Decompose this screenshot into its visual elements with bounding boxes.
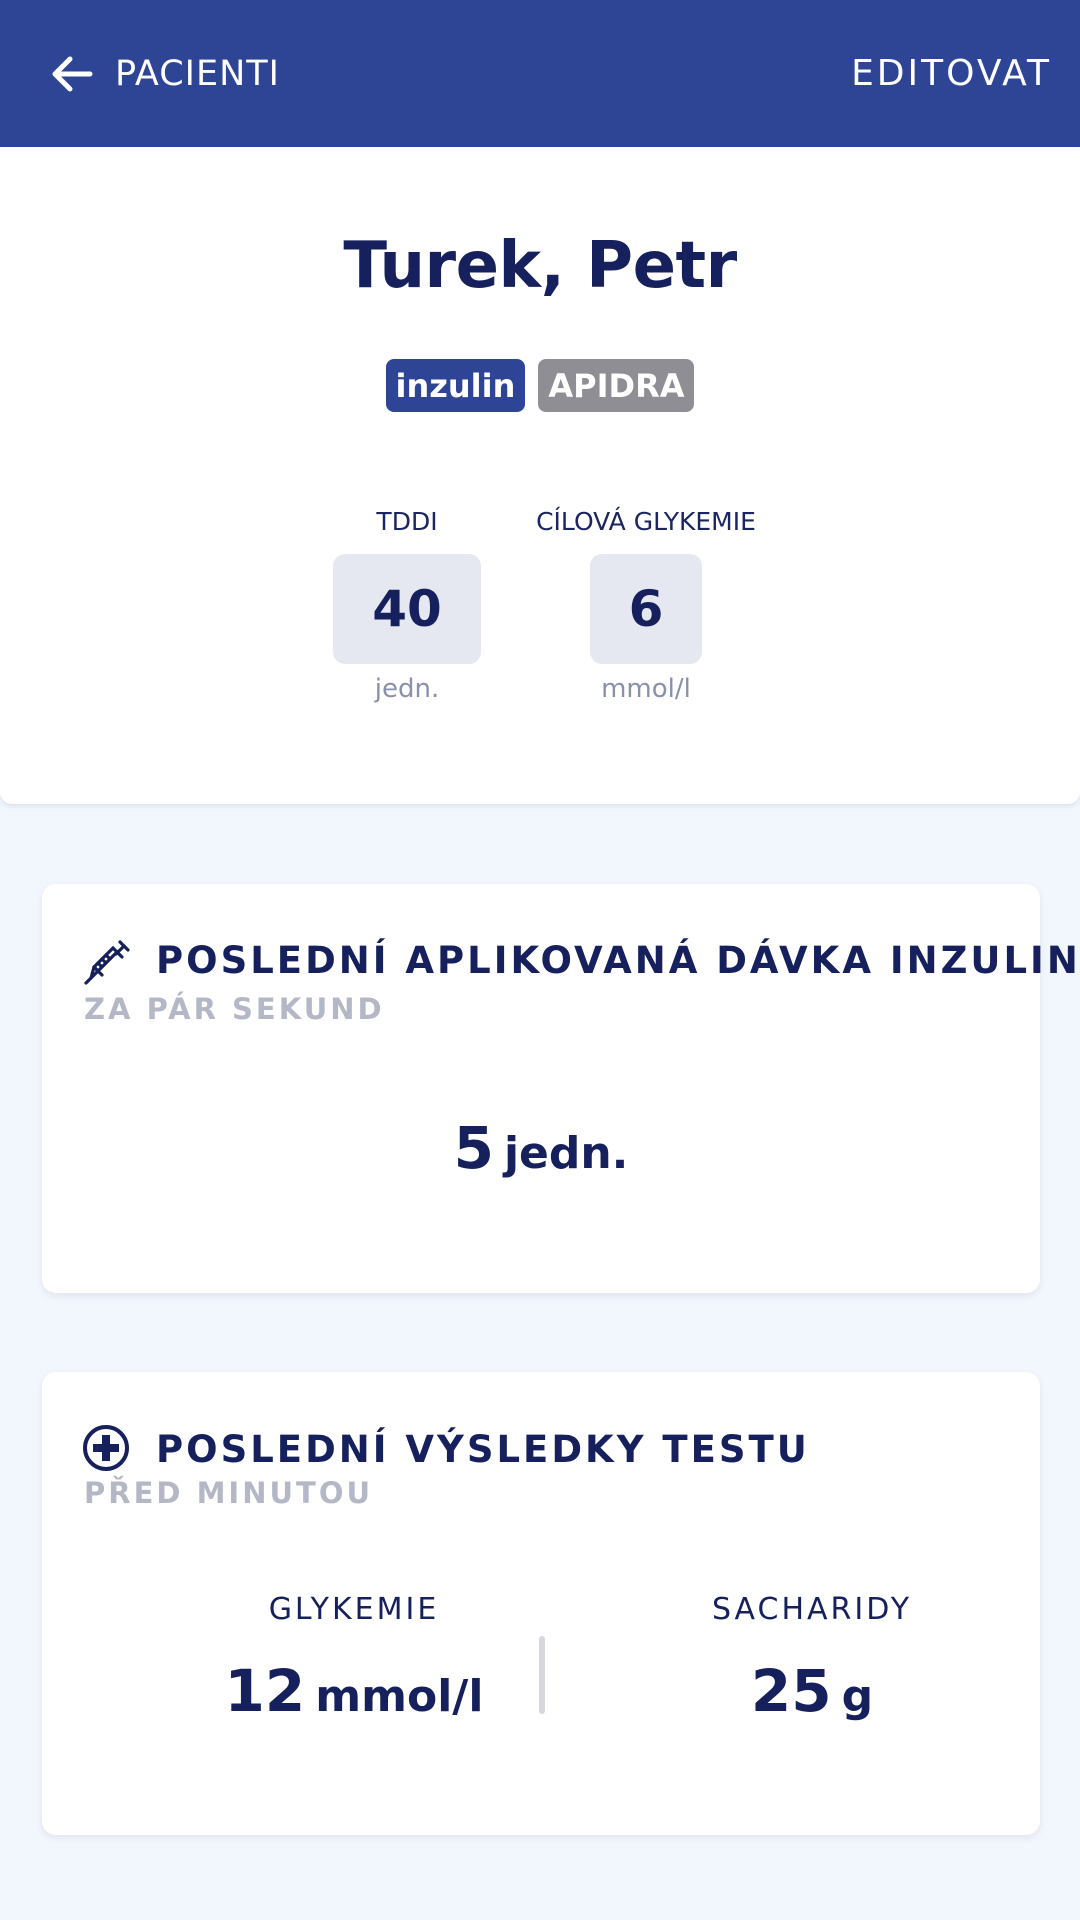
divider bbox=[539, 1636, 545, 1714]
glycemia-value: 12 mmol/l bbox=[142, 1657, 566, 1725]
stat-unit: jedn. bbox=[374, 674, 440, 704]
back-button[interactable]: PACIENTI bbox=[48, 50, 280, 98]
stat-target-glycemia: CÍLOVÁ GLYKEMIE 6 mmol/l bbox=[506, 507, 786, 704]
dose-amount: 5 bbox=[453, 1114, 494, 1182]
patient-badges: inzulin APIDRA bbox=[0, 359, 1080, 412]
plus-circle-icon bbox=[83, 1425, 129, 1471]
glycemia-label: GLYKEMIE bbox=[268, 1592, 440, 1627]
therapy-badge: inzulin bbox=[385, 359, 526, 412]
stat-unit: mmol/l bbox=[601, 674, 691, 704]
arrow-left-icon bbox=[52, 56, 93, 91]
glycemia-number: 12 bbox=[224, 1657, 306, 1725]
patient-name: Turek, Petr bbox=[343, 229, 737, 303]
drug-badge: APIDRA bbox=[538, 359, 695, 412]
edit-button[interactable]: EDITOVAT bbox=[851, 53, 1052, 94]
card-title: POSLEDNÍ VÝSLEDKY TESTU bbox=[156, 1428, 810, 1471]
card-subtitle: ZA PÁR SEKUND bbox=[84, 992, 385, 1026]
patient-header: Turek, Petr inzulin APIDRA TDDI 40 jedn.… bbox=[0, 147, 1080, 804]
app-bar: PACIENTI EDITOVAT bbox=[0, 0, 1080, 147]
card-title: POSLEDNÍ APLIKOVANÁ DÁVKA INZULINU bbox=[156, 939, 1080, 982]
last-test-card[interactable]: POSLEDNÍ VÝSLEDKY TESTU PŘED MINUTOU GLY… bbox=[42, 1372, 1040, 1835]
stat-label: TDDI bbox=[376, 507, 438, 536]
dose-unit: jedn. bbox=[503, 1128, 629, 1179]
carbs-number: 25 bbox=[750, 1657, 832, 1725]
carbs-label: SACHARIDY bbox=[711, 1592, 913, 1627]
glycemia-unit: mmol/l bbox=[315, 1671, 484, 1722]
carbs-result: SACHARIDY 25 g bbox=[602, 1592, 1022, 1725]
stat-value: 40 bbox=[333, 554, 481, 664]
glycemia-result: GLYKEMIE 12 mmol/l bbox=[142, 1592, 566, 1725]
back-label: PACIENTI bbox=[115, 53, 280, 94]
card-subtitle: PŘED MINUTOU bbox=[84, 1476, 374, 1510]
last-dose-card[interactable]: POSLEDNÍ APLIKOVANÁ DÁVKA INZULINU ZA PÁ… bbox=[42, 884, 1080, 1293]
carbs-value: 25 g bbox=[602, 1657, 1022, 1725]
stat-value: 6 bbox=[590, 554, 702, 664]
stat-label: CÍLOVÁ GLYKEMIE bbox=[536, 507, 756, 536]
stat-tddi: TDDI 40 jedn. bbox=[300, 507, 514, 704]
carbs-unit: g bbox=[841, 1671, 874, 1722]
dose-value: 5 jedn. bbox=[42, 1114, 1040, 1182]
syringe-icon bbox=[84, 940, 130, 985]
